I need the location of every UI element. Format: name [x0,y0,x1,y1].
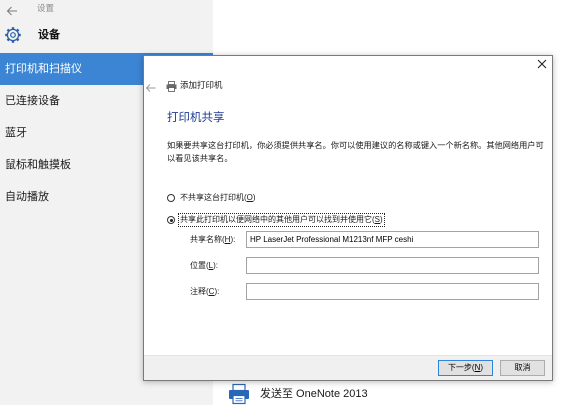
add-printer-dialog: 添加打印机 打印机共享 如果要共享这台打印机，你必须提供共享名。你可以使用建议的… [143,55,553,381]
radio-label[interactable]: 共享此打印机以便网络中的其他用户可以找到并使用它(S) [178,213,385,227]
cancel-button[interactable]: 取消 [500,360,545,376]
radio-label-text: 不共享这台打印机( [180,193,247,202]
printer-list-item[interactable]: 发送至 OneNote 2013 [228,383,428,405]
radio-label-text: ) [380,215,383,224]
next-button[interactable]: 下一步(N) [438,360,493,376]
field-label-text: 位置( [190,261,209,270]
radio-label-text: ) [252,193,256,202]
description-line: 以看见该共享名。 [167,154,233,163]
comment-row: 注释(C): [190,283,540,300]
printer-name: 发送至 OneNote 2013 [260,388,368,400]
window-title: 设置 [37,3,55,13]
button-label-text: ) [480,363,484,372]
share-name-label: 共享名称(H): [190,231,235,248]
field-label-text: ): [230,235,236,244]
comment-label: 注释(C): [190,283,219,300]
field-label-text: ): [214,287,220,296]
back-arrow-icon[interactable] [145,80,156,92]
field-label-text: ): [213,261,219,270]
radio-option-share[interactable]: 共享此打印机以便网络中的其他用户可以找到并使用它(S) [167,213,527,227]
radio-label-text: 共享此打印机以便网络中的其他用户可以找到并使用它( [180,215,375,224]
radio-label[interactable]: 不共享这台打印机(O) [179,192,257,204]
radio-button[interactable] [167,194,175,202]
gear-icon [4,26,22,44]
field-label-text: 注释( [190,287,209,296]
location-label: 位置(L): [190,257,218,274]
printer-icon [228,383,250,405]
location-input[interactable] [246,257,539,274]
page-title: 设备 [38,29,60,41]
dialog-heading: 打印机共享 [167,112,225,124]
dialog-footer: 下一步(N) 取消 [144,355,552,380]
description-line: 如果要共享这台打印机，你必须提供共享名。你可以使用建议的名称或键入一个新名称。其… [167,141,544,150]
location-row: 位置(L): [190,257,540,274]
printer-icon [166,79,177,92]
comment-input[interactable] [246,283,539,300]
close-icon[interactable] [534,56,550,72]
back-arrow-icon[interactable] [6,3,18,16]
dialog-title: 添加打印机 [180,80,223,90]
field-label-text: 共享名称( [190,235,225,244]
share-name-input[interactable] [246,231,539,248]
button-label-text: 下一步( [447,363,475,372]
dialog-description: 如果要共享这台打印机，你必须提供共享名。你可以使用建议的名称或键入一个新名称。其… [167,139,549,165]
radio-button[interactable] [167,216,175,224]
radio-option-do-not-share[interactable]: 不共享这台打印机(O) [167,192,527,204]
share-name-row: 共享名称(H): [190,231,540,248]
